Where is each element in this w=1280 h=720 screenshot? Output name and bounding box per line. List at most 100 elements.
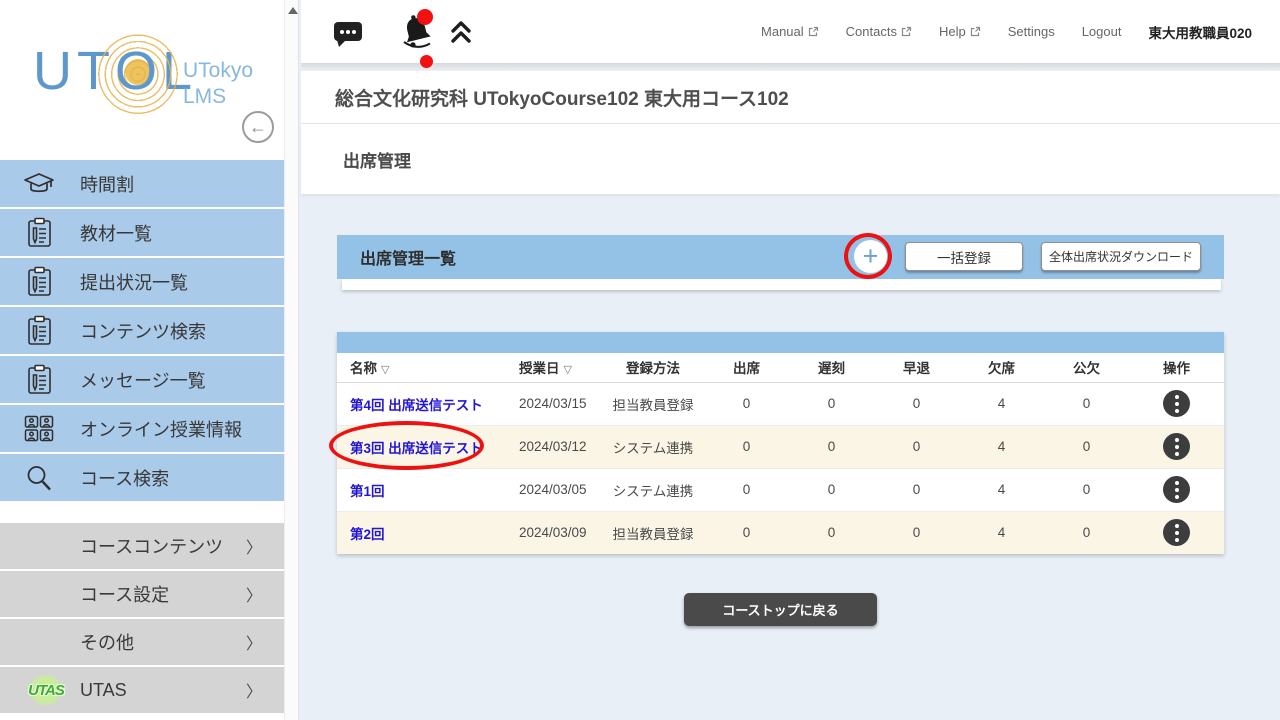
excused-count: 0 (1044, 468, 1129, 511)
table-row: 第4回 出席送信テスト 2024/03/15 担当教員登録 0 0 0 4 0 (337, 382, 1224, 425)
chevron-right-icon: 〉 (246, 582, 262, 606)
header-name-sortable[interactable]: 名称 ▽ (337, 353, 507, 382)
table-top-bar (337, 332, 1224, 353)
content-area: 出席管理一覧 + 一括登録 全体出席状況ダウンロード 名称▽ 授業日▽ 登録方法… (301, 194, 1280, 653)
attendance-record-link[interactable]: 第4回 出席送信テスト (350, 398, 483, 413)
utas-logo-icon: UTAS (26, 675, 66, 705)
kebab-menu-icon[interactable] (1163, 476, 1190, 503)
sort-down-icon: ▽ (564, 364, 572, 376)
back-to-course-top-button[interactable]: コーストップに戻る (684, 593, 877, 626)
table-row: 第1回 2024/03/05 システム連携 0 0 0 4 0 (337, 468, 1224, 511)
panel-title: 出席管理一覧 (360, 245, 456, 269)
logout-link[interactable]: Logout (1082, 24, 1122, 39)
sidebar-group-utas[interactable]: UTAS UTAS 〉 (0, 667, 284, 713)
sidebar-item-label: コース検索 (80, 465, 169, 491)
external-link-icon (970, 26, 981, 37)
sidebar-group-others[interactable]: その他 〉 (0, 619, 284, 665)
class-date: 2024/03/09 (507, 511, 602, 554)
contacts-label: Contacts (846, 24, 897, 39)
attendance-record-link[interactable]: 第1回 (350, 484, 385, 499)
sidebar-item-course-search[interactable]: コース検索 (0, 454, 284, 501)
header-label: 名称 (350, 361, 377, 376)
registration-method: 担当教員登録 (602, 382, 704, 425)
header-excused-absence: 公欠 (1044, 353, 1129, 382)
absent-count: 4 (959, 382, 1044, 425)
late-count: 0 (789, 511, 874, 554)
external-link-icon (808, 26, 819, 37)
collapse-topbar-icon[interactable] (448, 18, 474, 45)
absent-count: 4 (959, 468, 1044, 511)
logo-subtitle-line1: UTokyo (183, 58, 253, 84)
chevron-right-icon: 〉 (246, 630, 262, 654)
current-user-name: 東大用教職員020 (1148, 22, 1252, 42)
utas-logo-text: UTAS (28, 682, 64, 699)
present-count: 0 (704, 511, 789, 554)
sidebar-item-label: 時間割 (80, 171, 134, 197)
back-arrow-icon: ← (249, 117, 267, 138)
kebab-menu-icon[interactable] (1163, 519, 1190, 546)
clipboard-icon (22, 266, 56, 298)
search-icon (22, 462, 56, 494)
sidebar-group-label: その他 (80, 629, 134, 655)
page-title: 出席管理 (343, 147, 411, 172)
sidebar-item-timetable[interactable]: 時間割 (0, 160, 284, 207)
chevron-right-icon: 〉 (246, 534, 262, 558)
header-class-date-sortable[interactable]: 授業日▽ (507, 353, 602, 382)
back-button-container: コーストップに戻る (337, 593, 1224, 626)
excused-count: 0 (1044, 511, 1129, 554)
sidebar-group-label: コースコンテンツ (80, 533, 223, 559)
attendance-record-link[interactable]: 第3回 出席送信テスト (350, 441, 483, 456)
registration-method: 担当教員登録 (602, 511, 704, 554)
settings-label: Settings (1008, 24, 1055, 39)
registration-method: システム連携 (602, 468, 704, 511)
message-bubble-icon[interactable] (334, 22, 362, 41)
scroll-up-arrow-icon[interactable] (288, 7, 298, 14)
sidebar-group-course-contents[interactable]: コースコンテンツ 〉 (0, 523, 284, 569)
late-count: 0 (789, 468, 874, 511)
header-actions: 操作 (1129, 353, 1224, 382)
absent-count: 4 (959, 511, 1044, 554)
clipboard-icon (22, 217, 56, 249)
bulk-register-button[interactable]: 一括登録 (905, 242, 1023, 271)
notification-bell-icon[interactable] (399, 12, 435, 52)
logo-block: UTOL UTokyo LMS ← (0, 0, 284, 160)
sidebar-item-online-class-info[interactable]: オンライン授業情報 (0, 405, 284, 452)
present-count: 0 (704, 382, 789, 425)
table-header-row: 名称▽ 授業日▽ 登録方法 出席 遅刻 早退 欠席 公欠 操作 (337, 353, 1224, 382)
manual-label: Manual (761, 24, 804, 39)
sidebar-collapse-button[interactable]: ← (242, 111, 274, 143)
sidebar-item-messages[interactable]: メッセージ一覧 (0, 356, 284, 403)
contacts-link[interactable]: Contacts (846, 24, 912, 39)
kebab-menu-icon[interactable] (1163, 433, 1190, 460)
attendance-record-link[interactable]: 第2回 (350, 527, 385, 542)
add-attendance-button[interactable]: + (854, 240, 887, 273)
settings-link[interactable]: Settings (1008, 24, 1055, 39)
topbar-shadow (301, 63, 1280, 71)
sidebar-scrollbar[interactable] (284, 0, 299, 720)
class-date: 2024/03/12 (507, 425, 602, 468)
logo-text-ut: UT (33, 41, 115, 101)
attendance-panel-header: 出席管理一覧 + 一括登録 全体出席状況ダウンロード (337, 235, 1224, 279)
sidebar-item-content-search[interactable]: コンテンツ検索 (0, 307, 284, 354)
sidebar: UTOL UTokyo LMS ← 時間割 教材一覧 提出状況一覧 コンテンツ検… (0, 0, 284, 720)
sidebar-item-label: 提出状況一覧 (80, 269, 188, 295)
kebab-menu-icon[interactable] (1163, 390, 1190, 417)
sidebar-item-materials[interactable]: 教材一覧 (0, 209, 284, 256)
sidebar-group-course-settings[interactable]: コース設定 〉 (0, 571, 284, 617)
logo-o-with-rings: O (115, 40, 162, 102)
help-link[interactable]: Help (939, 24, 981, 39)
manual-link[interactable]: Manual (761, 24, 819, 39)
attendance-table-card: 名称▽ 授業日▽ 登録方法 出席 遅刻 早退 欠席 公欠 操作 第4回 出席送信… (337, 332, 1224, 554)
present-count: 0 (704, 468, 789, 511)
present-count: 0 (704, 425, 789, 468)
attendance-table: 名称▽ 授業日▽ 登録方法 出席 遅刻 早退 欠席 公欠 操作 第4回 出席送信… (337, 353, 1224, 554)
download-all-attendance-button[interactable]: 全体出席状況ダウンロード (1041, 242, 1201, 271)
excused-count: 0 (1044, 425, 1129, 468)
class-date: 2024/03/05 (507, 468, 602, 511)
sort-down-icon: ▽ (381, 364, 389, 376)
header-absent: 欠席 (959, 353, 1044, 382)
panel-body (342, 279, 1221, 290)
sidebar-group-label: コース設定 (80, 581, 169, 607)
table-row: 第3回 出席送信テスト 2024/03/12 システム連携 0 0 0 4 0 (337, 425, 1224, 468)
sidebar-item-submission-status[interactable]: 提出状況一覧 (0, 258, 284, 305)
